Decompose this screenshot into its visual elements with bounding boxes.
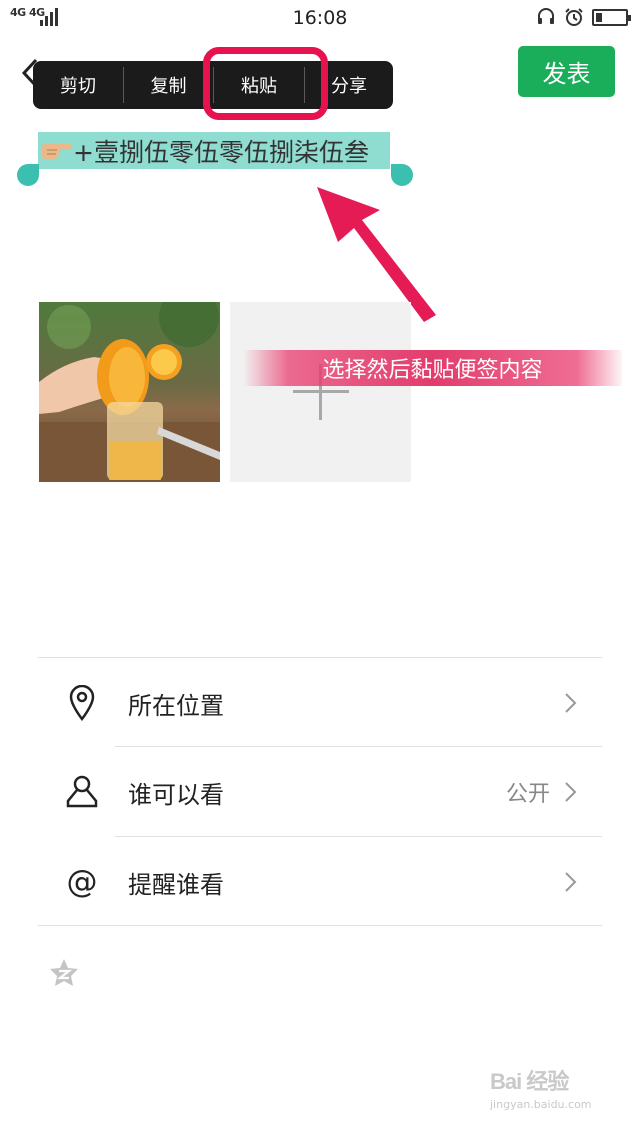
mention-row[interactable]: @ 提醒谁看 [38,838,602,926]
orange-juice-photo [39,302,220,482]
chevron-right-icon [565,693,577,713]
copy-menu-item[interactable]: 复制 [124,61,213,109]
post-text-selection[interactable]: +壹捌伍零伍零伍捌柒伍叁 [38,132,390,169]
chevron-right-icon [565,782,577,802]
attached-photo[interactable] [39,302,220,482]
pointing-hand-emoji-icon [41,143,72,159]
divider [38,657,602,658]
status-bar: 4G 4G 16:08 [0,0,640,36]
cut-menu-item[interactable]: 剪切 [33,61,123,109]
person-icon [50,772,114,812]
alarm-icon [565,8,583,26]
chevron-right-icon [565,872,577,892]
location-row[interactable]: 所在位置 [38,659,602,747]
visibility-value: 公开 [505,782,550,807]
headset-icon [538,8,554,24]
add-photo-button[interactable] [230,302,411,482]
qzone-share-icon[interactable] [48,957,80,989]
baidu-watermark: Bai 经验 jingyan.baidu.com [490,1064,610,1124]
instruction-banner: 选择然后黏贴便签内容 [243,350,622,386]
paste-highlight-annotation [203,47,328,120]
location-label: 所在位置 [128,691,224,720]
visibility-label: 谁可以看 [128,780,224,809]
divider [115,836,602,837]
publish-button[interactable]: 发表 [518,46,615,97]
status-icons [536,6,631,28]
watermark-url: jingyan.baidu.com [490,1098,592,1111]
watermark-brand: Bai 经验 [490,1069,569,1094]
post-text: +壹捌伍零伍零伍捌柒伍叁 [73,137,369,167]
selection-handle-start[interactable] [17,164,39,186]
mention-label: 提醒谁看 [128,870,224,899]
visibility-row[interactable]: 谁可以看 公开 [38,748,602,836]
location-icon [50,683,114,723]
at-icon: @ [66,864,98,900]
battery-icon [592,8,631,26]
